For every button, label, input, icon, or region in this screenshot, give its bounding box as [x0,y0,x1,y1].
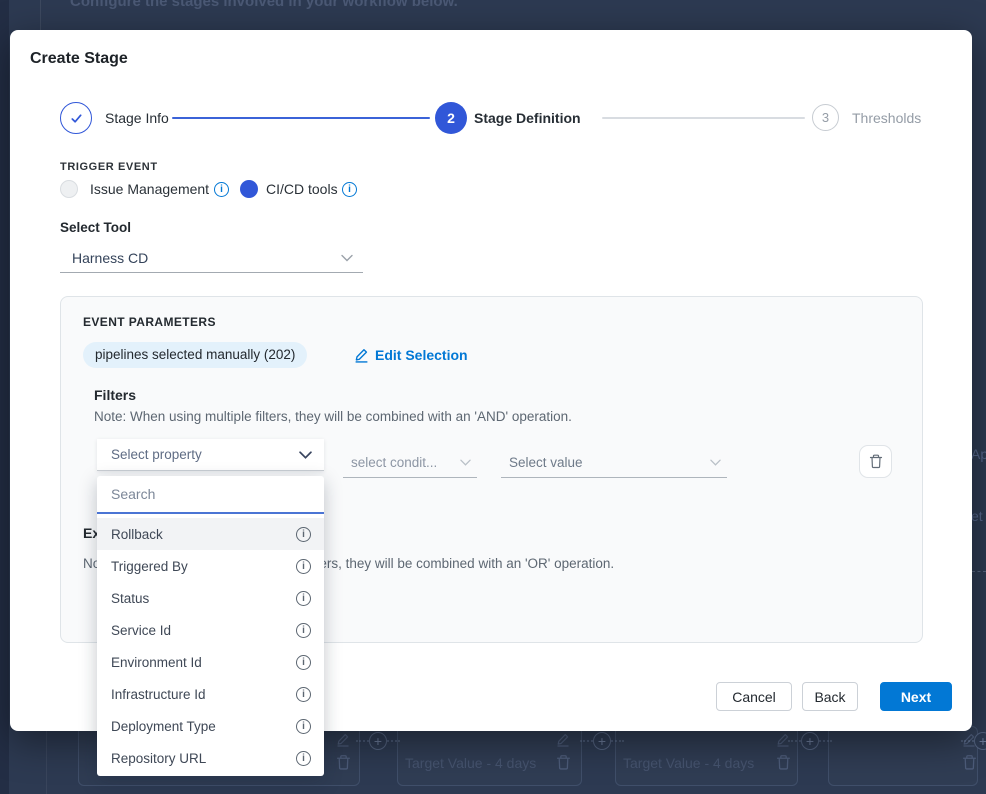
event-parameters-heading: EVENT PARAMETERS [83,315,216,329]
property-select[interactable]: Select property [97,439,324,471]
chevron-down-icon [299,451,312,459]
screen: Configure the stages involved in your wo… [0,0,986,794]
edit-icon [556,733,570,747]
dropdown-option-environment-id[interactable]: Environment Idi [97,646,324,678]
chevron-down-icon [341,254,353,262]
chevron-down-icon [460,459,471,466]
filters-note: Note: When using multiple filters, they … [94,409,572,424]
trash-icon [336,754,351,771]
value-select[interactable]: Select value [501,448,727,478]
background-stage-card [828,726,978,786]
check-icon [69,111,84,126]
trash-icon [776,754,791,771]
dropdown-search-input[interactable] [97,476,324,514]
stepper-connector [602,117,805,119]
condition-select-placeholder: select condit... [351,455,460,470]
info-icon[interactable]: i [296,751,311,766]
background-subtitle: Configure the stages involved in your wo… [70,0,458,10]
select-tool-label: Select Tool [60,220,131,235]
radio-issue-management[interactable] [60,180,78,198]
step-label-thresholds: Thresholds [852,110,921,126]
info-icon[interactable]: i [296,623,311,638]
background-sidebar-strip [0,0,9,794]
step-number: 3 [822,110,829,125]
info-icon[interactable]: i [296,655,311,670]
plus-icon: + [593,732,611,750]
cancel-button[interactable]: Cancel [716,682,792,711]
plus-icon: + [369,732,387,750]
target-value-label: Target Value - 4 days [623,755,754,771]
value-select-placeholder: Select value [509,455,710,470]
trash-icon [869,454,883,469]
dropdown-option-status[interactable]: Statusi [97,582,324,614]
create-stage-modal: Create Stage Stage Info 2 Stage Definiti… [10,30,972,731]
dropdown-option-rollback[interactable]: Rollbacki [97,518,324,550]
modal-title: Create Stage [30,50,128,68]
target-value-label: Target Value - 4 days [405,755,536,771]
property-dropdown: Select property Rollbacki Triggered Byi … [97,439,324,776]
tool-select-value: Harness CD [72,250,341,266]
filters-heading: Filters [94,387,136,403]
add-stage-connector: + [356,732,400,750]
dropdown-option-list: Rollbacki Triggered Byi Statusi Service … [97,514,324,774]
background-text-fragment: et [971,508,983,524]
trash-icon [556,754,571,771]
dropdown-option-service-id[interactable]: Service Idi [97,614,324,646]
step-number: 2 [447,110,455,126]
background-text-fragment: Ap [971,446,986,462]
radio-label-issue-management[interactable]: Issue Management [90,181,209,197]
edit-selection-label: Edit Selection [375,347,468,363]
condition-select[interactable]: select condit... [343,448,477,478]
step-label-stage-info[interactable]: Stage Info [105,110,169,126]
tool-select[interactable]: Harness CD [60,244,363,273]
info-icon[interactable]: i [296,719,311,734]
info-icon[interactable]: i [296,527,311,542]
info-icon[interactable]: i [214,182,229,197]
back-button[interactable]: Back [802,682,858,711]
trash-icon [962,754,977,771]
radio-label-cicd-tools[interactable]: CI/CD tools [266,181,338,197]
background-dashed-line [972,571,986,572]
info-icon[interactable]: i [296,687,311,702]
chevron-down-icon [710,459,721,466]
step-stage-info[interactable] [60,102,92,134]
background-divider [46,731,47,794]
next-button[interactable]: Next [880,682,952,711]
edit-icon [354,348,369,363]
plus-icon: + [974,732,986,750]
step-label-stage-definition: Stage Definition [474,110,581,126]
stepper-connector [172,117,430,119]
info-icon[interactable]: i [342,182,357,197]
selection-pill: pipelines selected manually (202) [83,342,307,368]
edit-icon [336,733,350,747]
remove-filter-button[interactable] [859,445,892,478]
property-dropdown-popover: Rollbacki Triggered Byi Statusi Service … [97,476,324,776]
radio-cicd-tools[interactable] [240,180,258,198]
info-icon[interactable]: i [296,559,311,574]
add-stage-connector: + [788,732,832,750]
add-stage-connector: + [961,732,986,750]
step-thresholds[interactable]: 3 [812,104,839,131]
dropdown-option-infrastructure-id[interactable]: Infrastructure Idi [97,678,324,710]
property-select-placeholder: Select property [111,447,299,462]
trigger-event-label: TRIGGER EVENT [60,161,158,173]
step-stage-definition[interactable]: 2 [435,102,467,134]
plus-icon: + [801,732,819,750]
edit-selection-link[interactable]: Edit Selection [354,342,468,368]
dropdown-option-triggered-by[interactable]: Triggered Byi [97,550,324,582]
background-divider [40,0,41,30]
info-icon[interactable]: i [296,591,311,606]
add-stage-connector: + [580,732,624,750]
dropdown-option-deployment-type[interactable]: Deployment Typei [97,710,324,742]
dropdown-option-repository-url[interactable]: Repository URLi [97,742,324,774]
